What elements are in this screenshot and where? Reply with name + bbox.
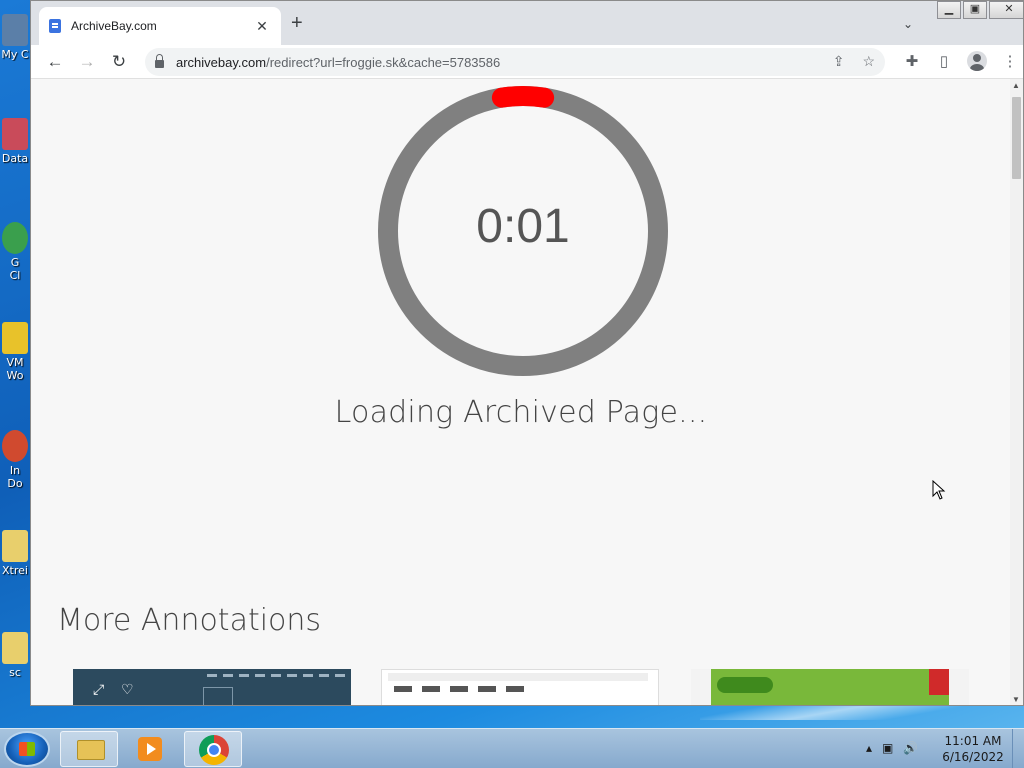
taskbar: ▴ ▣ 🔊 11:01 AM 6/16/2022 — [0, 728, 1024, 768]
taskbar-chrome[interactable] — [184, 731, 242, 767]
tab-archivebay[interactable]: ArchiveBay.com ✕ — [39, 7, 281, 45]
start-button[interactable] — [4, 731, 50, 767]
profile-avatar-icon[interactable] — [967, 51, 987, 71]
scroll-up-arrow-icon[interactable]: ▲ — [1012, 81, 1020, 90]
browser-window: ArchiveBay.com ✕ + ⌄ ▁ ▣ ✕ ← → ↻ archive… — [30, 0, 1024, 706]
desktop-icon-data[interactable]: Data — [0, 118, 30, 165]
window-controls: ▁ ▣ ✕ — [935, 1, 1023, 19]
url-host: archivebay.com — [176, 54, 267, 70]
desktop-icon-my-computer[interactable]: My C — [0, 14, 30, 61]
maximize-button[interactable]: ▣ — [963, 1, 987, 19]
desktop-icon-label: Cl — [9, 269, 21, 282]
extensions-puzzle-icon[interactable]: ✚ — [903, 52, 921, 70]
media-player-icon — [138, 737, 162, 761]
folder-icon — [77, 740, 105, 760]
loading-message: Loading Archived Page... — [334, 395, 708, 430]
tab-strip: ArchiveBay.com ✕ + ⌄ ▁ ▣ ✕ — [31, 1, 1023, 45]
omnibox-actions: ⇪ ☆ — [833, 53, 875, 70]
expand-icon[interactable]: ⤢ — [93, 681, 104, 698]
desktop-icon-installer[interactable]: In Do — [0, 430, 30, 490]
tab-title: ArchiveBay.com — [71, 19, 157, 33]
url-path: /redirect?url=froggie.sk&cache=5783586 — [266, 54, 501, 70]
annotation-card[interactable]: ⤢ ♡ — [73, 669, 351, 705]
ring-progress-arc — [491, 86, 555, 108]
forward-arrow-icon[interactable]: → — [71, 52, 103, 72]
tray-chevron-icon[interactable]: ▴ — [866, 741, 872, 755]
toolbar-actions: ✚ ▯ ⋮ — [903, 51, 1019, 71]
volume-icon[interactable]: 🔊 — [903, 741, 918, 755]
reload-icon[interactable]: ↻ — [103, 52, 135, 72]
desktop-icon-label: VM — [6, 356, 24, 369]
desktop-icon-label: Do — [7, 477, 23, 490]
tab-close-icon[interactable]: ✕ — [253, 18, 271, 35]
chrome-icon — [199, 735, 229, 765]
page-scrollbar[interactable]: ▲ ▼ — [1010, 79, 1023, 705]
document-icon — [49, 19, 61, 33]
computer-icon — [2, 14, 28, 46]
desktop-icon-folder[interactable]: Xtrei — [0, 530, 30, 577]
mouse-cursor-icon — [932, 480, 946, 500]
share-icon[interactable]: ⇪ — [833, 53, 845, 70]
desktop-icon-label: Xtrei — [2, 564, 28, 577]
desktop-icon-scripts[interactable]: sc — [0, 632, 30, 679]
desktop-icon-label: In — [9, 464, 21, 477]
address-bar[interactable]: archivebay.com/redirect?url=froggie.sk&c… — [145, 48, 885, 76]
chrome-icon — [2, 222, 28, 254]
close-button[interactable]: ✕ — [989, 1, 1023, 19]
annotation-card[interactable] — [381, 669, 659, 705]
system-clock[interactable]: 11:01 AM 6/16/2022 — [930, 733, 1016, 765]
taskbar-explorer[interactable] — [60, 731, 118, 767]
new-tab-button[interactable]: + — [291, 13, 303, 33]
scrollbar-thumb[interactable] — [1012, 97, 1021, 179]
desktop-icon-chrome[interactable]: G Cl — [0, 222, 30, 282]
desktop-icon-label: Wo — [6, 369, 24, 382]
annotation-card[interactable] — [691, 669, 969, 705]
tab-search-chevron-icon[interactable]: ⌄ — [903, 17, 913, 31]
minimize-button[interactable]: ▁ — [937, 1, 961, 19]
page-content: 0:01 Loading Archived Page... More Annot… — [31, 79, 1011, 705]
url-text[interactable]: archivebay.com/redirect?url=froggie.sk&c… — [176, 55, 500, 70]
back-arrow-icon[interactable]: ← — [39, 52, 71, 72]
network-icon[interactable]: ▣ — [882, 741, 893, 755]
folder-icon — [2, 632, 28, 664]
browser-toolbar: ← → ↻ archivebay.com/redirect?url=froggi… — [31, 45, 1023, 79]
thumbnail-text — [394, 686, 534, 692]
side-panel-icon[interactable]: ▯ — [935, 52, 953, 70]
scroll-down-arrow-icon[interactable]: ▼ — [1012, 695, 1020, 704]
shortcut-icon — [2, 118, 28, 150]
taskbar-media-player[interactable] — [120, 731, 178, 767]
thumbnail-nav — [207, 674, 347, 677]
thumbnail-header — [388, 673, 648, 681]
more-annotations-heading: More Annotations — [57, 603, 322, 638]
clock-date: 6/16/2022 — [942, 750, 1004, 764]
desktop-icon-vmware[interactable]: VM Wo — [0, 322, 30, 382]
desktop-icon-label: sc — [9, 666, 21, 679]
desktop-icon-label: My C — [1, 48, 29, 61]
desktop-icon-label: Data — [1, 152, 29, 165]
folder-icon — [2, 530, 28, 562]
show-desktop-button[interactable] — [1012, 729, 1024, 768]
countdown-timer: 0:01 — [476, 200, 570, 253]
thumbnail-graphic — [203, 687, 233, 705]
clock-time: 11:01 AM — [944, 734, 1002, 748]
vmware-icon — [2, 322, 28, 354]
kebab-menu-icon[interactable]: ⋮ — [1001, 52, 1019, 70]
system-tray: ▴ ▣ 🔊 — [866, 741, 918, 755]
lock-icon[interactable] — [155, 54, 164, 68]
thumbnail-badge — [929, 669, 949, 695]
installer-icon — [2, 430, 28, 462]
heart-icon[interactable]: ♡ — [121, 681, 134, 698]
bookmark-star-icon[interactable]: ☆ — [862, 53, 875, 70]
desktop-icon-label: G — [10, 256, 20, 269]
thumbnail-logo — [717, 677, 773, 693]
